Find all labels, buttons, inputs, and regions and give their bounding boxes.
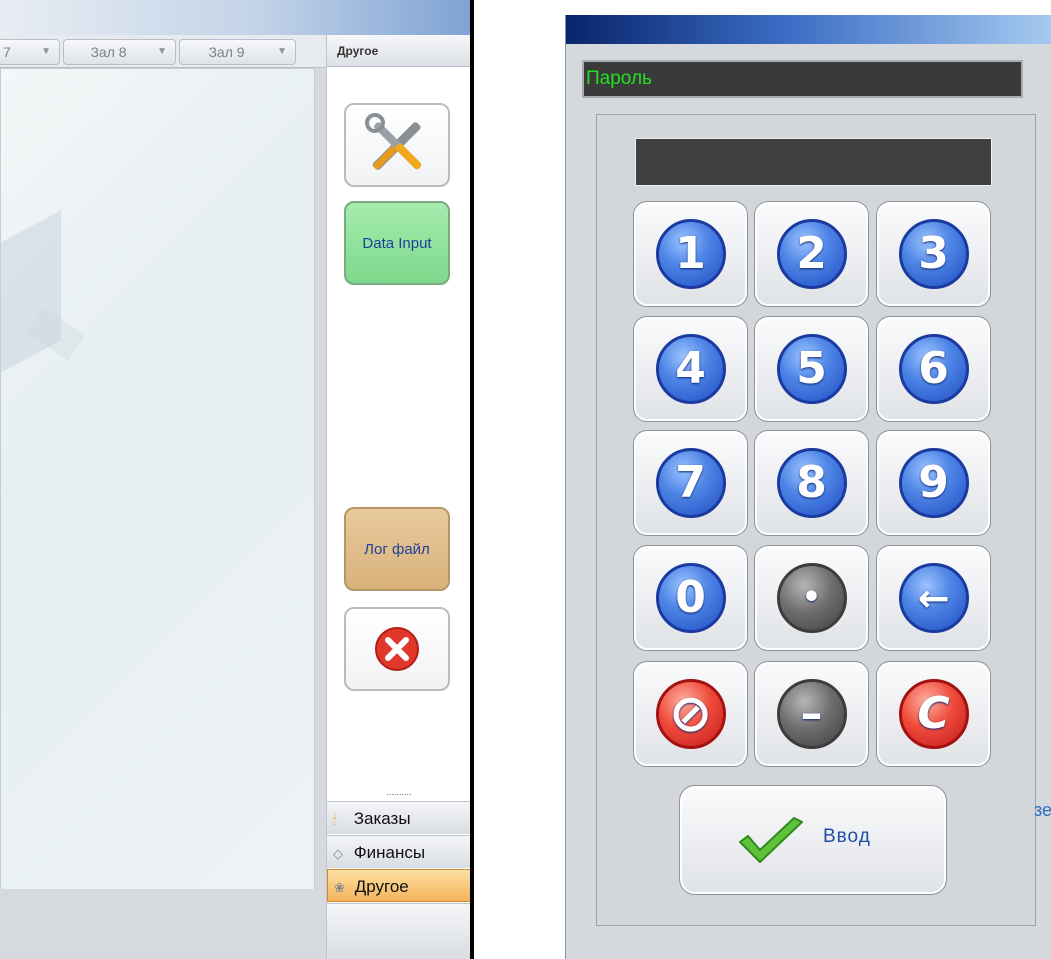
key-2[interactable]: 2 xyxy=(754,201,869,307)
app-title-bar xyxy=(0,0,470,35)
key-decimal-point[interactable]: • xyxy=(754,545,869,651)
nav-label: Другое xyxy=(354,877,409,896)
password-title-label: Пароль xyxy=(582,60,1023,98)
hall-floor-area[interactable] xyxy=(0,68,315,890)
key-label: C xyxy=(917,688,950,739)
minus-icon: – xyxy=(776,679,847,749)
tab-label: Зал 9 xyxy=(208,44,245,60)
panel-splitter[interactable]: .......... xyxy=(327,787,470,797)
key-label: ← xyxy=(917,576,950,620)
key-6[interactable]: 6 xyxy=(876,316,991,422)
digit-8-icon: 8 xyxy=(776,448,847,518)
chevron-down-icon: ▼ xyxy=(157,46,167,57)
other-icon: ❀ xyxy=(334,880,345,895)
tab-label: Зал 8 xyxy=(90,44,127,60)
close-button[interactable] xyxy=(344,607,450,691)
log-file-label: Лог файл xyxy=(364,540,430,558)
enter-label: Ввод xyxy=(823,826,871,847)
nav-empty-slot xyxy=(327,903,470,959)
digit-3-icon: 3 xyxy=(898,219,969,289)
key-7[interactable]: 7 xyxy=(633,430,748,536)
side-panel-header: Другое xyxy=(327,35,470,67)
nav-label: Финансы xyxy=(353,843,426,862)
data-input-button[interactable]: Data Input xyxy=(344,201,450,285)
settings-button[interactable] xyxy=(344,103,450,187)
key-label: 7 xyxy=(675,457,706,508)
digit-1-icon: 1 xyxy=(655,219,726,289)
digit-0-icon: 0 xyxy=(655,563,726,633)
main-app-window: 7 ▼ Зал 8 ▼ Зал 9 ▼ Другое Data Input Ло… xyxy=(0,0,470,959)
key-label: • xyxy=(801,580,822,615)
key-0[interactable]: 0 xyxy=(633,545,748,651)
tools-icon xyxy=(365,113,422,170)
key-label: ⊘ xyxy=(668,684,713,744)
clear-icon: C xyxy=(898,679,969,749)
key-8[interactable]: 8 xyxy=(754,430,869,536)
key-3[interactable]: 3 xyxy=(876,201,991,307)
tab-hall-8[interactable]: Зал 8 ▼ xyxy=(63,39,176,65)
key-label: – xyxy=(800,688,823,739)
log-file-button[interactable]: Лог файл xyxy=(344,507,450,591)
nav-finance[interactable]: ◇ Финансы xyxy=(327,835,470,868)
tab-hall-7[interactable]: 7 ▼ xyxy=(0,39,60,65)
tab-label: 7 xyxy=(3,44,11,60)
key-label: 4 xyxy=(675,343,706,394)
key-label: 5 xyxy=(796,343,827,394)
key-4[interactable]: 4 xyxy=(633,316,748,422)
digit-7-icon: 7 xyxy=(655,448,726,518)
digit-4-icon: 4 xyxy=(655,334,726,404)
password-dialog: Пароль 1 2 3 4 5 6 7 8 9 0 • ← ⊘ – C Вво… xyxy=(565,15,1051,959)
finance-icon: ◇ xyxy=(333,846,343,861)
data-input-label: Data Input xyxy=(362,234,432,252)
status-area xyxy=(0,889,326,959)
prohibited-icon: ⊘ xyxy=(655,679,726,749)
key-label: 2 xyxy=(796,228,827,279)
key-cancel[interactable]: ⊘ xyxy=(633,661,748,767)
digit-2-icon: 2 xyxy=(776,219,847,289)
arrow-left-icon: ← xyxy=(898,563,969,633)
key-9[interactable]: 9 xyxy=(876,430,991,536)
digit-5-icon: 5 xyxy=(776,334,847,404)
chevron-down-icon: ▼ xyxy=(277,46,287,57)
key-1[interactable]: 1 xyxy=(633,201,748,307)
password-field[interactable] xyxy=(635,138,992,186)
checkmark-icon xyxy=(739,817,803,863)
key-label: 6 xyxy=(918,343,949,394)
nav-label: Заказы xyxy=(353,809,411,828)
key-label: 3 xyxy=(918,228,949,279)
enter-button[interactable]: Ввод xyxy=(679,785,947,895)
chevron-down-icon: ▼ xyxy=(41,46,51,57)
watermark-shape xyxy=(0,210,61,378)
key-5[interactable]: 5 xyxy=(754,316,869,422)
nav-other[interactable]: ❀ Другое xyxy=(327,869,470,902)
key-label: 8 xyxy=(796,457,827,508)
key-backspace[interactable]: ← xyxy=(876,545,991,651)
dot-icon: • xyxy=(776,563,847,633)
key-label: 9 xyxy=(918,457,949,508)
key-label: 1 xyxy=(675,228,706,279)
tab-hall-9[interactable]: Зал 9 ▼ xyxy=(179,39,296,65)
dialog-title-bar xyxy=(566,15,1051,44)
key-label: 0 xyxy=(675,572,706,623)
nav-orders[interactable]: 🕯 Заказы xyxy=(327,801,470,834)
close-icon xyxy=(375,627,419,671)
digit-6-icon: 6 xyxy=(898,334,969,404)
digit-9-icon: 9 xyxy=(898,448,969,518)
side-panel: Другое Data Input Лог файл .......... 🕯 … xyxy=(326,35,470,959)
window-divider xyxy=(470,0,474,959)
orders-icon: 🕯 xyxy=(333,812,337,827)
key-clear[interactable]: C xyxy=(876,661,991,767)
hall-tab-strip: 7 ▼ Зал 8 ▼ Зал 9 ▼ xyxy=(0,35,326,68)
clipped-text: зе xyxy=(1034,800,1051,820)
key-minus[interactable]: – xyxy=(754,661,869,767)
